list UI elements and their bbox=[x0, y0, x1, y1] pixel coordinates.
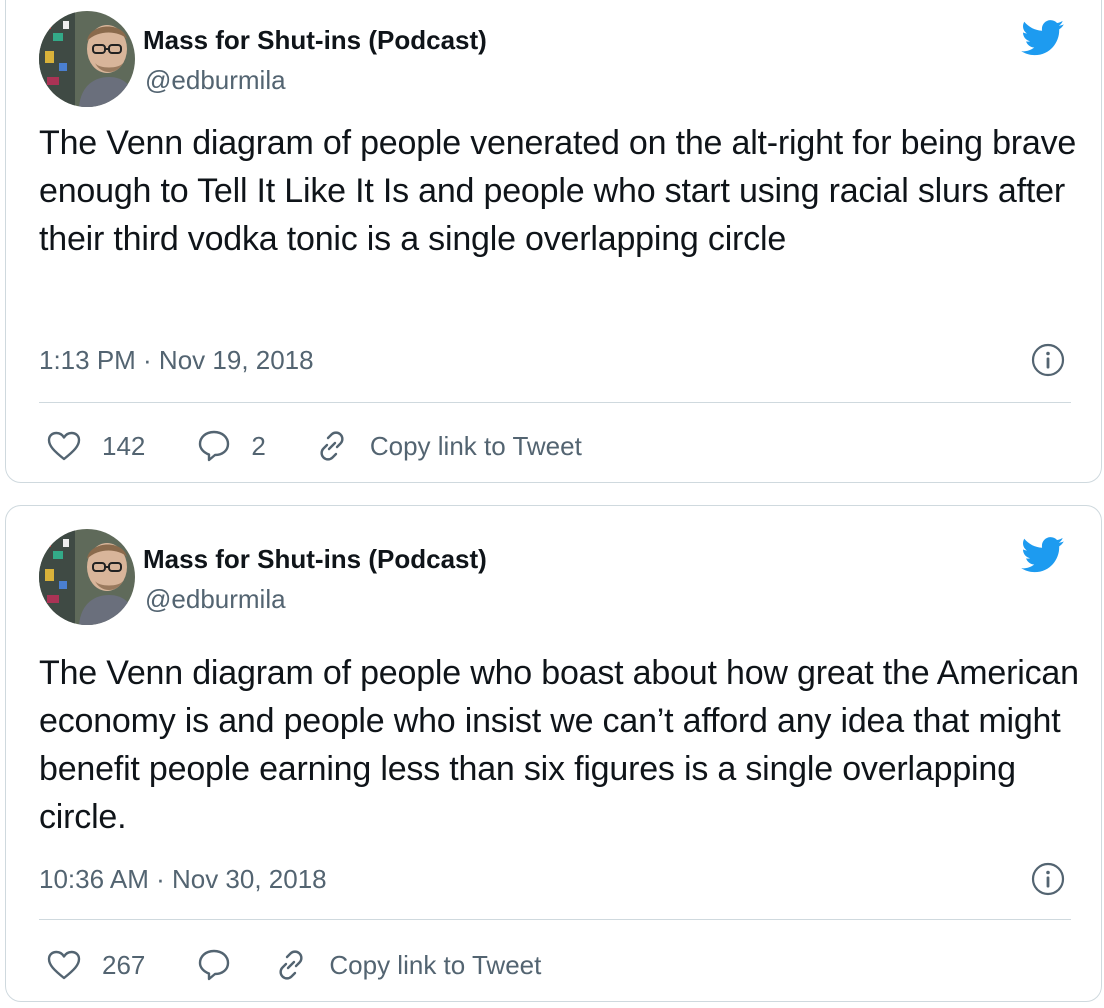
speech-bubble-icon bbox=[199, 430, 230, 462]
like-button[interactable]: 142 bbox=[46, 430, 197, 462]
chain-link-icon bbox=[279, 950, 303, 980]
heart-outline-icon bbox=[47, 431, 81, 461]
chain-link-icon bbox=[320, 431, 344, 461]
copy-link-label: Copy link to Tweet bbox=[329, 950, 542, 980]
tweet-card[interactable]: Mass for Shut-ins (Podcast) @edburmila T… bbox=[5, 505, 1102, 1002]
twitter-bird-icon[interactable] bbox=[1021, 20, 1065, 56]
divider bbox=[39, 919, 1071, 920]
like-button[interactable]: 267 bbox=[46, 949, 197, 981]
like-count: 267 bbox=[102, 950, 146, 980]
tweet-timestamp[interactable]: 10:36 AM · Nov 30, 2018 bbox=[39, 864, 327, 894]
author-name[interactable]: Mass for Shut-ins (Podcast) bbox=[143, 25, 487, 55]
twitter-bird-icon[interactable] bbox=[1021, 537, 1065, 573]
author-name[interactable]: Mass for Shut-ins (Podcast) bbox=[143, 544, 487, 574]
tweet-text: The Venn diagram of people who boast abo… bbox=[39, 654, 1079, 836]
tweet-text: The Venn diagram of people venerated on … bbox=[39, 124, 1077, 258]
reply-count: 2 bbox=[251, 431, 266, 461]
divider bbox=[39, 402, 1071, 403]
copy-link-button[interactable]: Copy link to Tweet bbox=[273, 947, 541, 983]
avatar[interactable] bbox=[39, 529, 135, 625]
tweet-card[interactable]: Mass for Shut-ins (Podcast) @edburmila T… bbox=[5, 0, 1102, 483]
heart-outline-icon bbox=[47, 950, 81, 980]
avatar[interactable] bbox=[39, 11, 135, 107]
like-count: 142 bbox=[102, 431, 146, 461]
copy-link-button[interactable]: Copy link to Tweet bbox=[314, 428, 582, 464]
info-circle-icon[interactable] bbox=[1031, 343, 1065, 377]
copy-link-label: Copy link to Tweet bbox=[369, 431, 582, 461]
author-handle[interactable]: @edburmila bbox=[145, 65, 286, 95]
reply-button[interactable]: 2 bbox=[197, 429, 313, 463]
tweet-timestamp[interactable]: 1:13 PM · Nov 19, 2018 bbox=[39, 345, 314, 375]
info-circle-icon[interactable] bbox=[1031, 862, 1065, 896]
tweet-actions: 142 2 Copy link to Tweet bbox=[46, 428, 1071, 464]
reply-button[interactable] bbox=[197, 948, 231, 982]
speech-bubble-icon bbox=[199, 949, 230, 981]
author-handle[interactable]: @edburmila bbox=[145, 584, 286, 614]
tweet-actions: 267 Copy link to Tweet bbox=[46, 947, 1071, 983]
